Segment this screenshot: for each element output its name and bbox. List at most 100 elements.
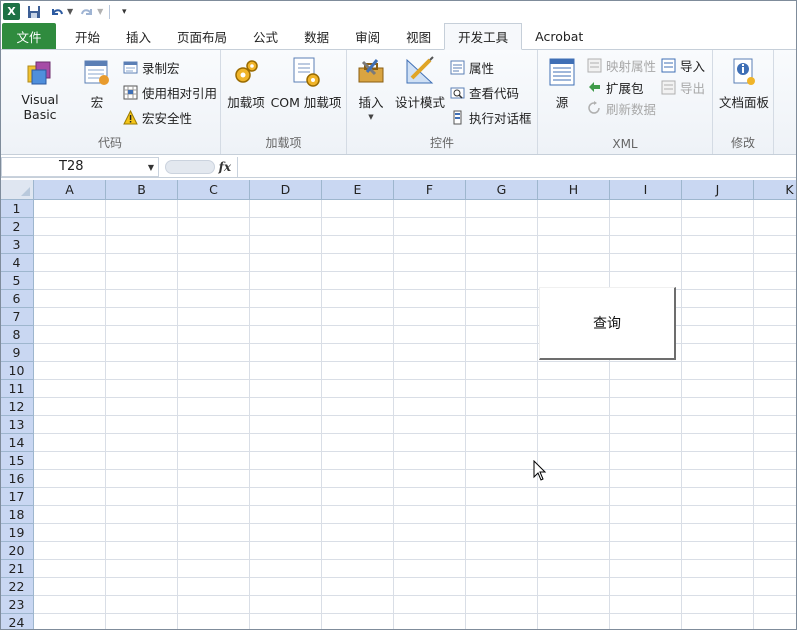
name-box[interactable]: T28 ▼ [1, 156, 159, 177]
tab-insert[interactable]: 插入 [113, 23, 164, 49]
macro-security-button[interactable]: 宏安全性 [122, 107, 192, 127]
row-header-3[interactable]: 3 [0, 236, 34, 254]
formula-tools: fx [159, 157, 237, 177]
row-header-4[interactable]: 4 [0, 254, 34, 272]
qat-separator [109, 4, 111, 19]
column-header-d[interactable]: D [250, 180, 322, 200]
column-header-e[interactable]: E [322, 180, 394, 200]
row-header-5[interactable]: 5 [0, 272, 34, 290]
undo-icon[interactable] [48, 3, 66, 21]
name-box-dropdown-icon[interactable]: ▼ [148, 163, 154, 172]
relative-references-button[interactable]: 使用相对引用 [122, 82, 217, 102]
tab-page-layout[interactable]: 页面布局 [164, 23, 240, 49]
view-code-label: 查看代码 [469, 85, 520, 101]
column-header-h[interactable]: H [538, 180, 610, 200]
addins-button[interactable]: 加载项 [225, 56, 267, 111]
row-header-23[interactable]: 23 [0, 596, 34, 614]
design-mode-icon [404, 56, 436, 88]
column-header-g[interactable]: G [466, 180, 538, 200]
tab-review[interactable]: 审阅 [342, 23, 393, 49]
customize-qat-icon[interactable]: ▾ [115, 3, 133, 21]
row-header-18[interactable]: 18 [0, 506, 34, 524]
row-header-14[interactable]: 14 [0, 434, 34, 452]
save-icon[interactable] [25, 3, 43, 21]
row-header-9[interactable]: 9 [0, 344, 34, 362]
excel-logo-icon[interactable]: X [3, 3, 20, 20]
xml-source-button[interactable]: 源 [544, 56, 580, 111]
row-header-12[interactable]: 12 [0, 398, 34, 416]
query-button[interactable]: 查询 [539, 287, 676, 360]
undo-dropdown-icon[interactable]: ▼ [67, 7, 73, 16]
group-modify-label: 修改 [730, 136, 755, 150]
group-controls: 插入 ▼ 设计模式 属性 查看代码 执行对话框 控件 [347, 50, 538, 154]
insert-function-icon[interactable]: fx [219, 160, 231, 174]
redo-dropdown-icon[interactable]: ▼ [97, 7, 103, 16]
column-header-f[interactable]: F [394, 180, 466, 200]
row-header-21[interactable]: 21 [0, 560, 34, 578]
row-header-17[interactable]: 17 [0, 488, 34, 506]
macro-security-label: 宏安全性 [142, 110, 193, 126]
column-header-a[interactable]: A [34, 180, 106, 200]
insert-control-button[interactable]: 插入 ▼ [353, 56, 389, 121]
tab-view[interactable]: 视图 [393, 23, 444, 49]
properties-button[interactable]: 属性 [449, 57, 494, 77]
row-header-16[interactable]: 16 [0, 470, 34, 488]
group-addins-label: 加载项 [265, 136, 302, 150]
refresh-icon [586, 100, 603, 117]
formula-expand-handle[interactable] [165, 159, 215, 174]
view-code-button[interactable]: 查看代码 [449, 82, 519, 102]
macros-button[interactable]: 宏 [80, 56, 114, 111]
group-code-label: 代码 [97, 136, 122, 150]
name-box-value: T28 [59, 159, 84, 174]
cell-area[interactable] [34, 200, 797, 630]
tab-acrobat[interactable]: Acrobat [522, 23, 596, 49]
row-header-24[interactable]: 24 [0, 614, 34, 630]
xml-import-button[interactable]: 导入 [660, 55, 705, 75]
row-header-20[interactable]: 20 [0, 542, 34, 560]
map-properties-button[interactable]: 映射属性 [586, 55, 656, 75]
row-header-19[interactable]: 19 [0, 524, 34, 542]
tab-formulas[interactable]: 公式 [240, 23, 291, 49]
row-header-6[interactable]: 6 [0, 290, 34, 308]
row-header-7[interactable]: 7 [0, 308, 34, 326]
xml-export-button[interactable]: 导出 [660, 77, 705, 97]
tab-home[interactable]: 开始 [62, 23, 113, 49]
row-header-8[interactable]: 8 [0, 326, 34, 344]
column-header-k[interactable]: K [754, 180, 797, 200]
tab-data[interactable]: 数据 [291, 23, 342, 49]
column-header-c[interactable]: C [178, 180, 250, 200]
select-all-button[interactable] [0, 180, 34, 200]
row-header-13[interactable]: 13 [0, 416, 34, 434]
row-header-10[interactable]: 10 [0, 362, 34, 380]
document-panel-button[interactable]: 文档面板 [715, 56, 773, 111]
column-header-j[interactable]: J [682, 180, 754, 200]
column-header-i[interactable]: I [610, 180, 682, 200]
visual-basic-button[interactable]: Visual Basic [4, 56, 76, 122]
row-header-1[interactable]: 1 [0, 200, 34, 218]
addins-label: 加载项 [227, 95, 265, 110]
redo-icon[interactable] [78, 3, 96, 21]
formula-input[interactable] [237, 156, 797, 177]
expansion-packs-icon [586, 79, 603, 96]
com-addins-button[interactable]: COM 加载项 [269, 56, 343, 111]
design-mode-button[interactable]: 设计模式 [395, 56, 445, 111]
row-header-22[interactable]: 22 [0, 578, 34, 596]
expansion-packs-button[interactable]: 扩展包 [586, 77, 644, 97]
refresh-data-label: 刷新数据 [606, 101, 657, 117]
group-xml: 源 映射属性 扩展包 刷新数据 导入 导出 XML [538, 50, 713, 154]
tab-developer[interactable]: 开发工具 [444, 23, 523, 50]
tab-file[interactable]: 文件 [2, 23, 56, 49]
record-macro-button[interactable]: 录制宏 [122, 57, 180, 77]
refresh-data-button[interactable]: 刷新数据 [586, 98, 656, 118]
column-header-b[interactable]: B [106, 180, 178, 200]
row-header-11[interactable]: 11 [0, 380, 34, 398]
row-header-15[interactable]: 15 [0, 452, 34, 470]
document-panel-icon [728, 56, 760, 88]
visual-basic-label: Visual Basic [21, 92, 59, 122]
row-header-2[interactable]: 2 [0, 218, 34, 236]
xml-export-label: 导出 [680, 80, 706, 96]
group-modify: 文档面板 修改 [713, 50, 774, 154]
run-dialog-button[interactable]: 执行对话框 [449, 107, 532, 127]
group-addins: 加载项 COM 加载项 加载项 [221, 50, 347, 154]
design-mode-label: 设计模式 [395, 95, 446, 110]
